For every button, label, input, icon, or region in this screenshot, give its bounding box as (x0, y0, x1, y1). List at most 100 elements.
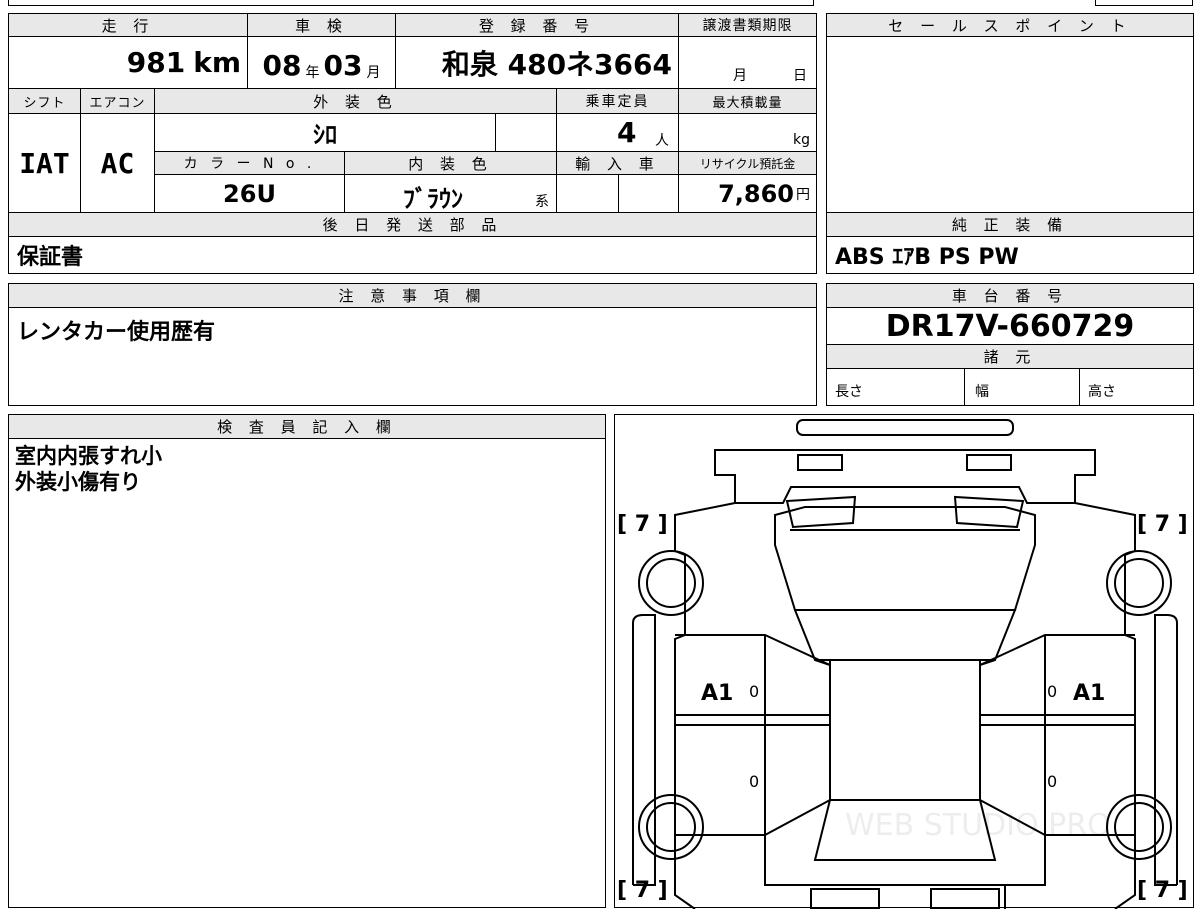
color-number-cell: 26U (154, 174, 345, 213)
right-zero-lower: 0 (1047, 772, 1057, 791)
spec-length-label: 長さ (835, 384, 863, 400)
right-zero-upper: 0 (1047, 682, 1057, 701)
shift-header: シフト (8, 88, 81, 114)
shaken-year-unit: 年 (305, 65, 320, 81)
spec-length-cell: 長さ (826, 368, 965, 406)
recycle-deposit-cell: 7,860 円 (678, 174, 817, 213)
watermark: WEB STUDIO PRO (845, 808, 1111, 843)
spec-width-label: 幅 (975, 384, 989, 400)
car-diagram: [ 7 ] [ 7 ] [ 7 ] [ 7 ] A1 A1 0 0 0 0 WE… (617, 419, 1188, 910)
front-panel (714, 449, 1096, 504)
max-load-header: 最大積載量 (678, 88, 817, 114)
capacity-header: 乗車定員 (556, 88, 679, 114)
chassis-number-cell: DR17V-660729 (826, 307, 1194, 345)
shaken-month: 03 (323, 49, 363, 82)
shift-value: IAT (19, 146, 70, 180)
import-cell-a (556, 174, 619, 213)
wheel-front-right (1106, 550, 1172, 616)
later-parts-value: 保証書 (17, 245, 84, 270)
specs-header: 諸 元 (826, 344, 1194, 369)
mileage-header: 走 行 (8, 13, 248, 37)
inspector-header: 検 査 員 記 入 欄 (8, 414, 606, 439)
left-side (675, 634, 831, 836)
aircon-cell: AC (80, 113, 155, 213)
windshield (793, 609, 1017, 661)
tire-front-right-label: [ 7 ] (1137, 512, 1188, 537)
shaken-month-unit: 月 (366, 65, 381, 81)
front-lamp-right (966, 454, 1012, 471)
exterior-sub-cell (495, 113, 557, 152)
wheel-rear-right (1106, 794, 1172, 860)
genuine-equipment-cell: ABS ｴｱB PS PW (826, 236, 1194, 274)
exterior-color-cell: ｼﾛ (154, 113, 496, 152)
chassis-number-value: DR17V-660729 (885, 308, 1135, 344)
shaken-year: 08 (262, 49, 302, 82)
left-zero-upper: 0 (749, 682, 759, 701)
left-zero-lower: 0 (749, 772, 759, 791)
later-parts-header: 後 日 発 送 部 品 (8, 212, 817, 237)
registration-cell: 和泉 480ネ3664 (395, 36, 679, 89)
shaken-cell: 08 年 03 月 (247, 36, 396, 89)
transfer-doc-cell: 月 日 (678, 36, 817, 89)
exterior-color-header: 外 装 色 (154, 88, 557, 114)
max-load-unit: kg (793, 132, 810, 148)
recycle-deposit-unit: 円 (796, 186, 810, 203)
interior-color-value: ﾌﾞﾗｳﾝ (403, 185, 463, 213)
front-lamp-left (797, 454, 843, 471)
capacity-unit: 人 (655, 133, 669, 149)
transfer-doc-header: 譲渡書類期限 (678, 13, 817, 37)
mileage-value: 981 (126, 46, 186, 79)
inspector-line-1: 室内内張すれ小 (15, 444, 162, 468)
recycle-deposit-value: 7,860 (718, 179, 794, 208)
chassis-number-header: 車 台 番 号 (826, 283, 1194, 308)
import-cell-b (618, 174, 679, 213)
genuine-equipment-header: 純 正 装 備 (826, 212, 1194, 237)
interior-suffix: 系 (535, 194, 549, 210)
top-strip (8, 0, 814, 6)
spec-width-cell: 幅 (964, 368, 1080, 406)
notes-value: レンタカー使用歴有 (17, 320, 216, 345)
interior-color-cell: ﾌﾞﾗｳﾝ 系 (344, 174, 557, 213)
genuine-equipment-value: ABS ｴｱB PS PW (835, 245, 1019, 270)
transfer-month-unit: 月 (733, 68, 747, 84)
rear-lamp-left (810, 888, 880, 910)
car-diagram-panel: [ 7 ] [ 7 ] [ 7 ] [ 7 ] A1 A1 0 0 0 0 WE… (614, 414, 1194, 910)
capacity-cell: 4 人 (556, 113, 679, 152)
spec-height-cell: 高さ (1079, 368, 1194, 406)
shift-cell: IAT (8, 113, 81, 213)
rear-lamp-right (930, 888, 1000, 910)
wheel-front-left (638, 550, 704, 616)
notes-cell: レンタカー使用歴有 (8, 307, 817, 406)
spec-height-label: 高さ (1088, 384, 1116, 400)
color-number-value: 26U (223, 179, 276, 208)
right-damage-mark: A1 (1073, 681, 1105, 706)
roof (829, 659, 981, 801)
aircon-value: AC (100, 146, 135, 180)
interior-color-header: 内 装 色 (344, 151, 557, 175)
inspector-line-2: 外装小傷有り (15, 470, 141, 494)
capacity-value: 4 (617, 116, 637, 149)
max-load-cell: kg (678, 113, 817, 152)
sales-point-area (826, 36, 1194, 213)
mileage-unit: km (193, 46, 241, 79)
later-parts-cell: 保証書 (8, 236, 817, 274)
registration-number: 和泉 480ネ3664 (441, 47, 672, 81)
right-side (979, 634, 1135, 836)
wheel-rear-left (638, 794, 704, 860)
headlight-left (785, 495, 857, 529)
notes-header: 注 意 事 項 欄 (8, 283, 817, 308)
hood (774, 506, 1036, 611)
top-strip-right (1095, 0, 1193, 6)
color-number-header: カ ラ ー N o . (154, 151, 345, 175)
headlight-right (953, 495, 1025, 529)
front-bumper (796, 419, 1014, 436)
tire-rear-right-label: [ 7 ] (1137, 878, 1188, 903)
mileage-cell: 981 km (8, 36, 248, 89)
tire-front-left-label: [ 7 ] (617, 512, 668, 537)
transfer-day-unit: 日 (793, 68, 807, 84)
sales-point-header: セ ー ル ス ポ イ ン ト (826, 13, 1194, 37)
exterior-color-value: ｼﾛ (313, 121, 337, 149)
import-header: 輸 入 車 (556, 151, 679, 175)
recycle-deposit-header: リサイクル預託金 (678, 151, 817, 175)
registration-header: 登 録 番 号 (395, 13, 679, 37)
